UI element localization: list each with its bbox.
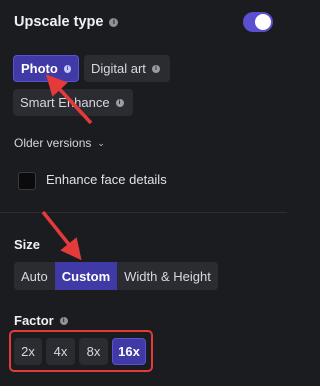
factor-4x-button[interactable]: 4x xyxy=(46,338,75,365)
type-smart-enhance-button[interactable]: Smart Enhance i xyxy=(13,89,133,116)
type-photo-label: Photo xyxy=(21,61,58,76)
info-icon[interactable]: i xyxy=(109,17,119,27)
info-icon[interactable]: i xyxy=(59,316,68,325)
size-heading: Size xyxy=(14,237,40,252)
upscale-type-title: Upscale type xyxy=(14,14,104,30)
size-segmented-control: Auto Custom Width & Height xyxy=(14,262,218,290)
enhance-face-label[interactable]: Enhance face details xyxy=(46,172,167,187)
size-auto-option[interactable]: Auto xyxy=(14,262,55,290)
section-divider xyxy=(0,212,287,213)
type-smart-enhance-label: Smart Enhance xyxy=(20,95,110,110)
size-custom-option[interactable]: Custom xyxy=(54,262,118,290)
factor-heading: Factor i xyxy=(14,313,68,328)
type-photo-button[interactable]: Photo i xyxy=(13,55,79,82)
factor-title: Factor xyxy=(14,313,54,328)
older-versions-label: Older versions xyxy=(14,136,92,150)
chevron-down-icon: ⌄ xyxy=(97,137,105,148)
type-digital-art-label: Digital art xyxy=(91,61,146,76)
toggle-knob xyxy=(255,14,271,30)
size-title: Size xyxy=(14,237,41,252)
enhance-face-checkbox[interactable] xyxy=(18,172,36,190)
upscale-toggle[interactable] xyxy=(243,12,273,32)
info-icon: i xyxy=(115,98,124,107)
size-width-height-option[interactable]: Width & Height xyxy=(117,262,218,290)
upscale-type-heading: Upscale type i xyxy=(14,14,119,30)
arrow-to-custom xyxy=(41,210,82,261)
factor-16x-button[interactable]: 16x xyxy=(112,338,146,365)
info-icon: i xyxy=(151,64,160,73)
factor-8x-button[interactable]: 8x xyxy=(79,338,108,365)
older-versions-dropdown[interactable]: Older versions ⌄ xyxy=(14,136,105,150)
info-icon: i xyxy=(63,64,71,73)
type-digital-art-button[interactable]: Digital art i xyxy=(84,55,170,82)
factor-2x-button[interactable]: 2x xyxy=(14,338,42,365)
